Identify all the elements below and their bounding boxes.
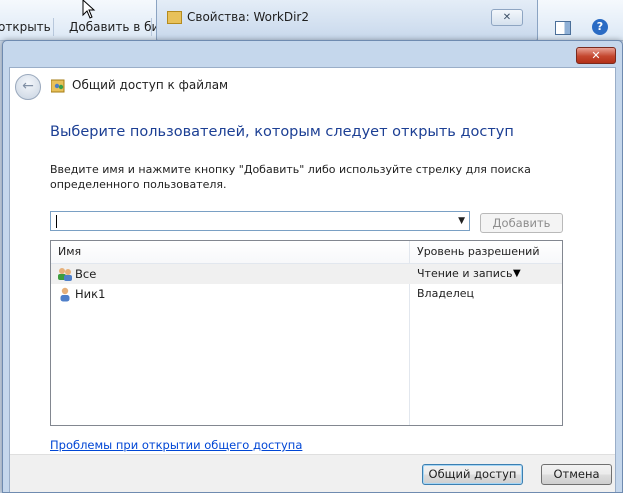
toolbar-separator <box>53 18 54 36</box>
arrow-left-icon: ← <box>22 78 34 94</box>
file-sharing-dialog: ✕ ← Общий доступ к файлам Выберите польз… <box>2 40 623 493</box>
column-header-permission[interactable]: Уровень разрешений <box>417 245 539 258</box>
column-header-name[interactable]: Имя <box>58 245 81 258</box>
toolbar-open-item[interactable]: открыть <box>0 20 51 34</box>
preview-pane-icon[interactable] <box>555 21 571 35</box>
list-item[interactable]: Ник1 Владелец <box>51 284 562 304</box>
page-heading: Выберите пользователей, которым следует … <box>50 124 514 140</box>
cancel-button[interactable]: Отмена <box>541 464 612 485</box>
user-name: Все <box>75 267 97 281</box>
share-button[interactable]: Общий доступ <box>422 464 523 485</box>
user-icon <box>60 287 70 302</box>
window-title: Общий доступ к файлам <box>72 78 229 92</box>
dialog-content: ← Общий доступ к файлам Выберите пользов… <box>9 67 616 492</box>
user-name: Ник1 <box>75 287 106 301</box>
sharing-problems-link[interactable]: Проблемы при открытии общего доступа <box>50 438 302 452</box>
mouse-cursor-icon <box>82 0 96 19</box>
toolbar-separator <box>151 18 152 36</box>
permission-level: Владелец <box>417 287 474 300</box>
folder-icon <box>167 11 182 24</box>
help-icon[interactable]: ? <box>592 19 608 35</box>
back-button[interactable]: ← <box>15 74 41 100</box>
dialog-footer: Общий доступ Отмена <box>10 454 615 492</box>
file-sharing-icon <box>51 79 65 93</box>
add-button[interactable]: Добавить <box>480 213 563 233</box>
users-list: Имя Уровень разрешений Все Чтение и запи… <box>50 240 563 426</box>
list-header: Имя Уровень разрешений <box>51 241 562 264</box>
properties-window: Свойства: WorkDir2 ✕ <box>156 0 538 41</box>
user-name-combobox[interactable]: ▼ <box>50 211 470 231</box>
users-group-icon <box>58 268 72 281</box>
list-item[interactable]: Все Чтение и запись ▼ <box>51 264 562 284</box>
dropdown-arrow-icon[interactable]: ▼ <box>513 268 521 279</box>
chevron-down-icon[interactable]: ▼ <box>458 216 465 226</box>
navigation-bar: ← Общий доступ к файлам <box>10 68 615 106</box>
text-caret <box>56 215 57 228</box>
properties-window-title: Свойства: WorkDir2 <box>187 10 309 24</box>
close-button[interactable]: ✕ <box>576 47 616 64</box>
properties-close-button[interactable]: ✕ <box>491 9 523 26</box>
permission-level[interactable]: Чтение и запись <box>417 267 512 280</box>
instructions-text: Введите имя и нажмите кнопку "Добавить" … <box>50 163 531 191</box>
